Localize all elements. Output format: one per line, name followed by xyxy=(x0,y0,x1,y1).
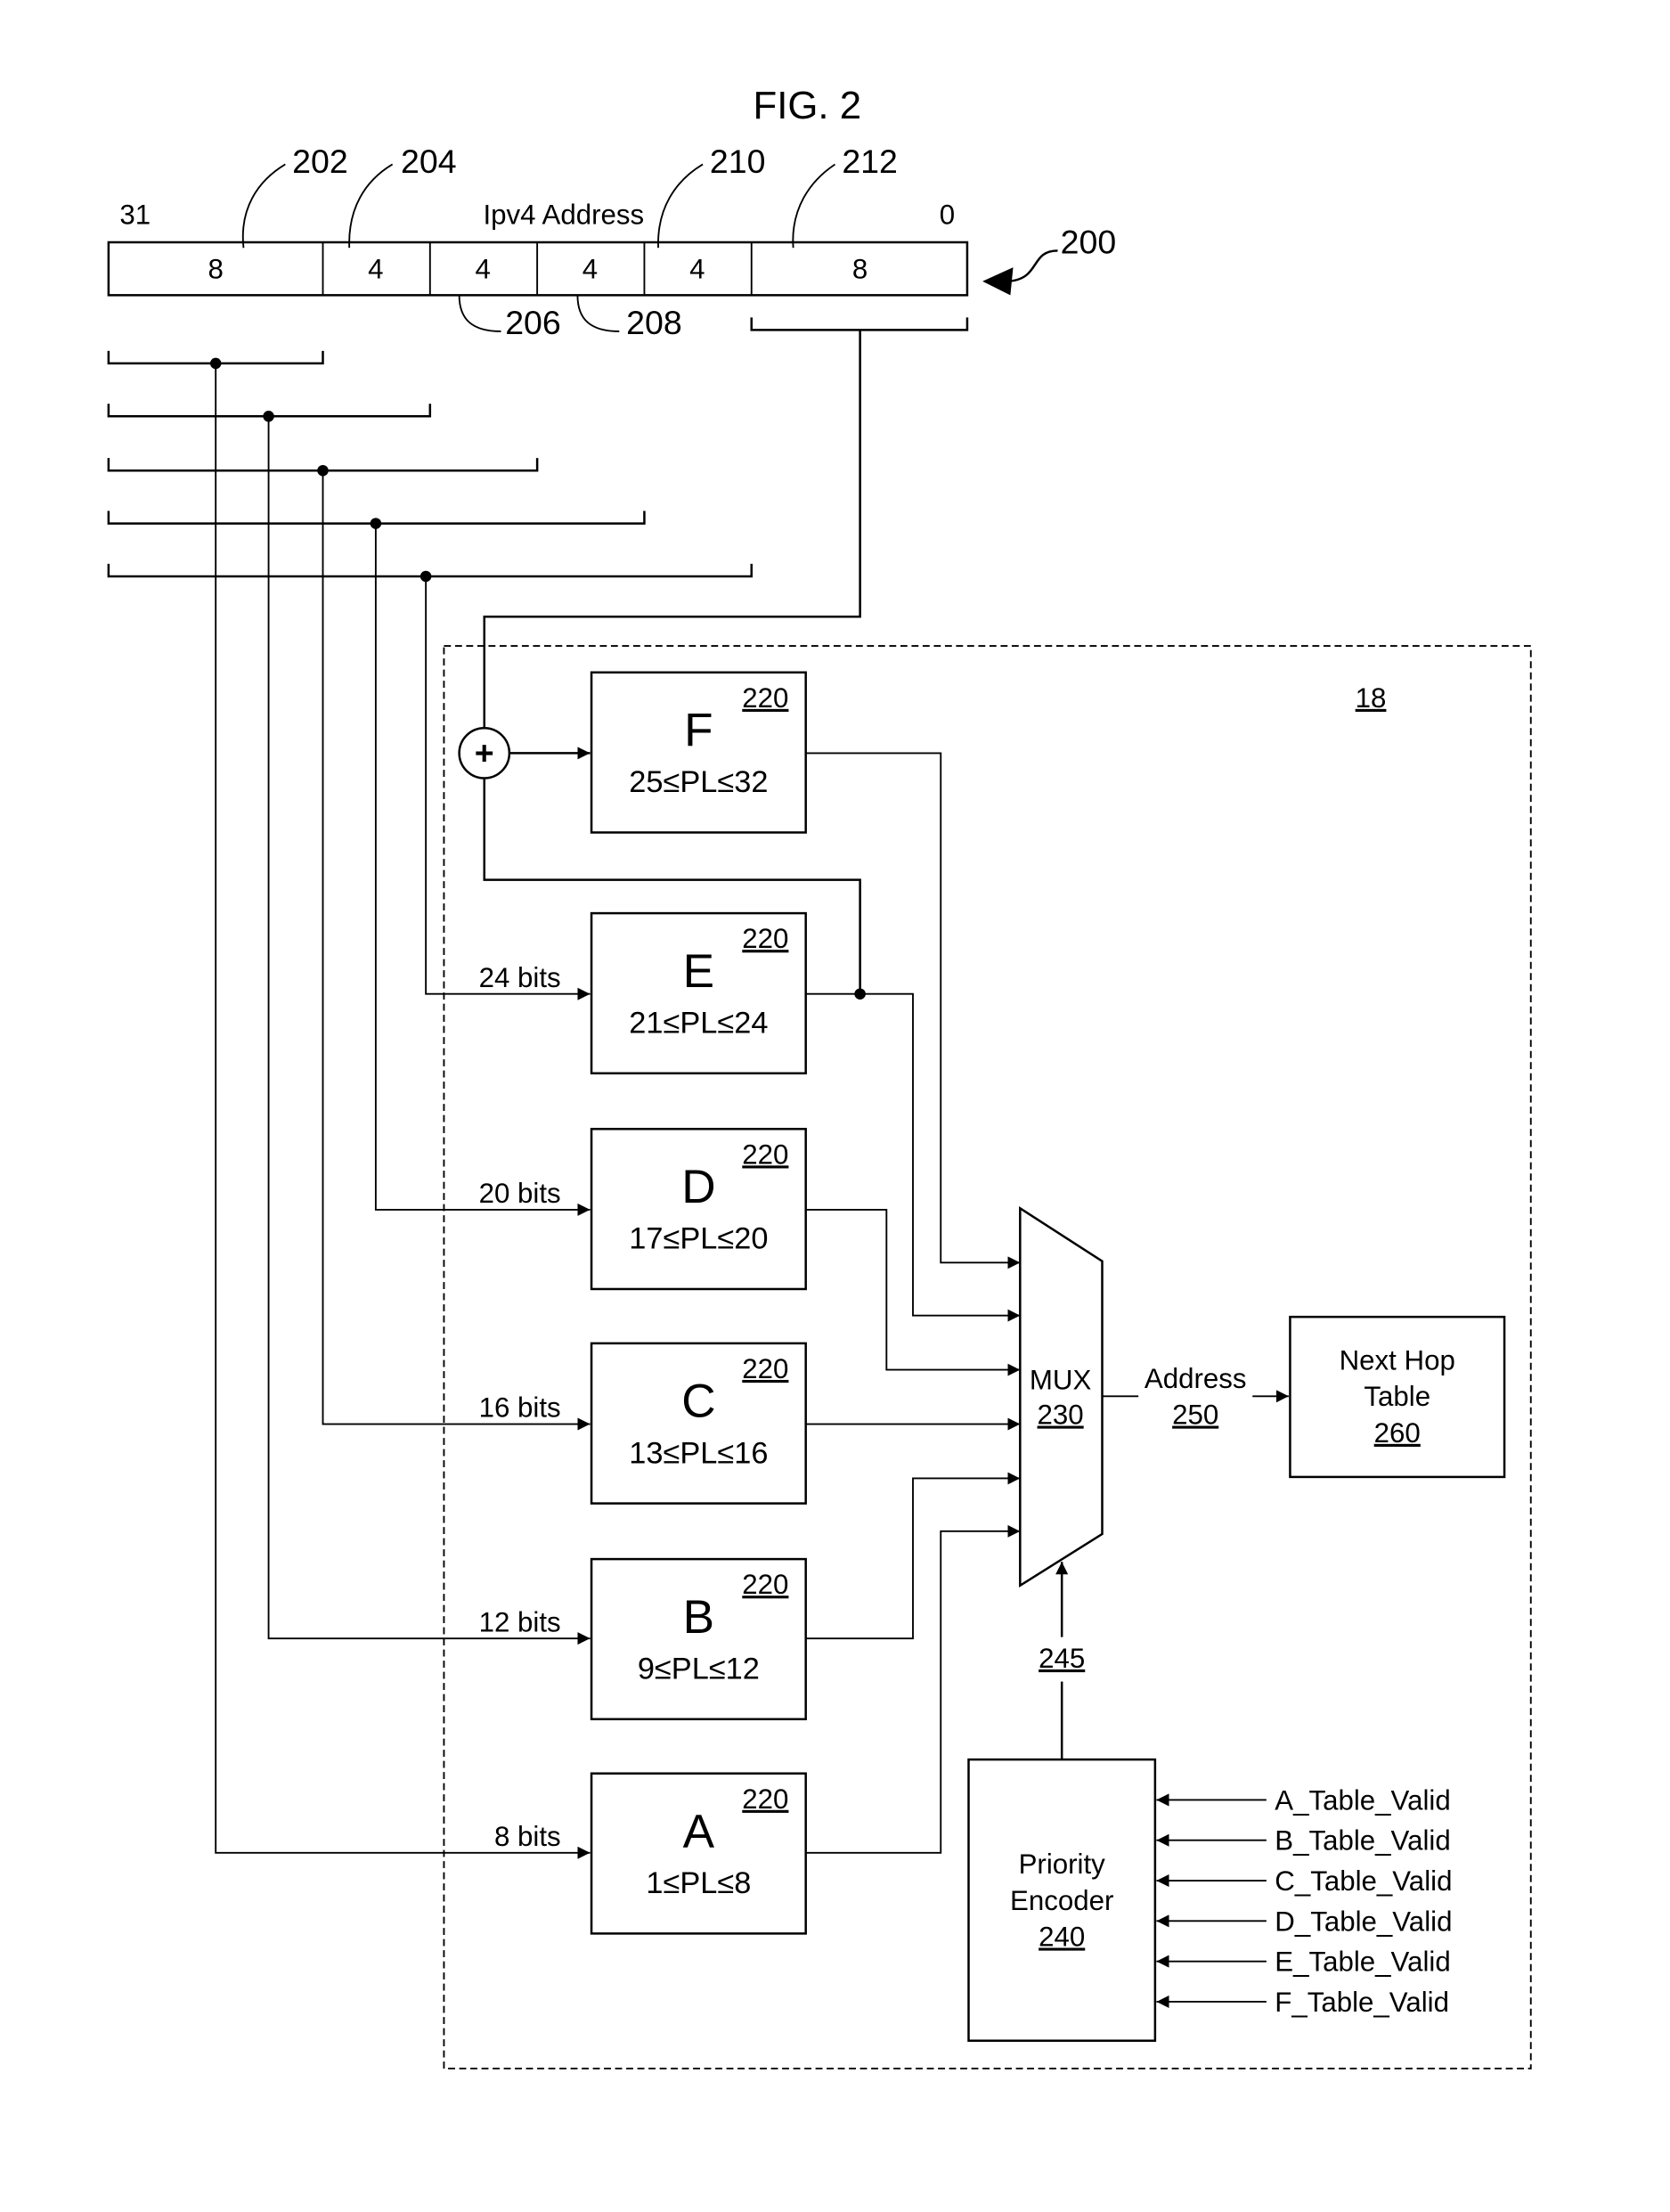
field-bits: 8 xyxy=(208,254,223,285)
valid-signal: E_Table_Valid xyxy=(1156,1947,1451,1978)
ref-200: 200 xyxy=(1061,223,1117,260)
valid-signal-label: F_Table_Valid xyxy=(1275,1987,1449,2018)
prefix-brackets xyxy=(107,350,753,583)
table-letter: B xyxy=(683,1591,714,1644)
mux-ref: 230 xyxy=(1038,1400,1084,1431)
address-out-ref: 250 xyxy=(1172,1400,1218,1431)
field-bits: 4 xyxy=(475,254,490,285)
table-letter: C xyxy=(681,1375,715,1428)
table-ref: 220 xyxy=(742,682,788,714)
field-bits: 4 xyxy=(689,254,705,285)
valid-signal: B_Table_Valid xyxy=(1156,1825,1451,1857)
lsb-label: 0 xyxy=(940,200,955,231)
table-range: 21≤PL≤24 xyxy=(629,1006,768,1040)
ipv4-address-register: 31 Ipv4 Address 0 8 4 4 4 4 8 202 204 21… xyxy=(107,143,1117,341)
valid-signal-label: D_Table_Valid xyxy=(1275,1906,1452,1937)
address-out-label: Address xyxy=(1145,1363,1247,1394)
table-range: 25≤PL≤32 xyxy=(629,765,768,799)
valid-signal: C_Table_Valid xyxy=(1156,1865,1452,1897)
valid-signal: D_Table_Valid xyxy=(1156,1906,1452,1937)
ref-208: 208 xyxy=(626,304,682,341)
encoder-ref: 240 xyxy=(1039,1921,1085,1952)
field-bits: 4 xyxy=(368,254,383,285)
adder: + xyxy=(458,727,511,780)
table-letter: A xyxy=(683,1806,715,1858)
table-ref: 220 xyxy=(742,923,788,954)
valid-signal-label: B_Table_Valid xyxy=(1275,1825,1450,1857)
table-input-width: 16 bits xyxy=(479,1392,561,1424)
msb-label: 31 xyxy=(119,200,151,231)
next-hop-line2: Table xyxy=(1364,1381,1430,1412)
table-range: 1≤PL≤8 xyxy=(646,1866,751,1900)
next-hop-ref: 260 xyxy=(1374,1417,1421,1449)
table-ref: 220 xyxy=(742,1353,788,1384)
diagram-canvas: FIG. 2 31 Ipv4 Address 0 8 4 4 4 4 8 202… xyxy=(107,84,1532,2069)
field-bits: 8 xyxy=(852,254,868,285)
field-bits: 4 xyxy=(582,254,598,285)
ref-212: 212 xyxy=(842,143,898,180)
table-ref: 220 xyxy=(742,1569,788,1600)
table-input-width: 20 bits xyxy=(479,1178,561,1209)
ref-18: 18 xyxy=(1356,682,1387,714)
table-range: 9≤PL≤12 xyxy=(638,1652,760,1686)
table-input-width: 24 bits xyxy=(479,962,561,993)
table-letter: F xyxy=(684,705,713,757)
select-ref: 245 xyxy=(1039,1643,1085,1674)
ref-210: 210 xyxy=(710,143,766,180)
lookup-table-f: 220 F 25≤PL≤32 xyxy=(590,671,807,834)
valid-signal-label: E_Table_Valid xyxy=(1275,1947,1450,1978)
mux-label: MUX xyxy=(1030,1364,1092,1395)
table-range: 13≤PL≤16 xyxy=(629,1436,768,1470)
ref-202: 202 xyxy=(292,143,348,180)
valid-signal: F_Table_Valid xyxy=(1156,1987,1449,2018)
ref-206: 206 xyxy=(505,304,561,341)
valid-signal-label: C_Table_Valid xyxy=(1275,1865,1452,1897)
next-hop-line1: Next Hop xyxy=(1340,1345,1455,1376)
table-input-width: 12 bits xyxy=(479,1606,561,1637)
address-label: Ipv4 Address xyxy=(483,200,644,231)
table-letter: D xyxy=(681,1161,715,1213)
figure-title: FIG. 2 xyxy=(753,84,861,127)
valid-signal: A_Table_Valid xyxy=(1156,1784,1451,1816)
table-range: 17≤PL≤20 xyxy=(629,1222,768,1256)
mux: MUX 230 xyxy=(1019,1206,1104,1588)
encoder-line2: Encoder xyxy=(1010,1885,1113,1916)
adder-symbol: + xyxy=(475,734,494,771)
priority-encoder: Priority Encoder 240 xyxy=(967,1758,1157,2042)
next-hop-table: Next Hop Table 260 xyxy=(1289,1315,1506,1479)
table-input-width: 8 bits xyxy=(494,1821,561,1852)
valid-signal-label: A_Table_Valid xyxy=(1275,1784,1450,1816)
ref-204: 204 xyxy=(401,143,457,180)
table-ref: 220 xyxy=(742,1139,788,1170)
encoder-line1: Priority xyxy=(1019,1849,1106,1880)
table-ref: 220 xyxy=(742,1783,788,1815)
table-letter: E xyxy=(683,945,714,998)
